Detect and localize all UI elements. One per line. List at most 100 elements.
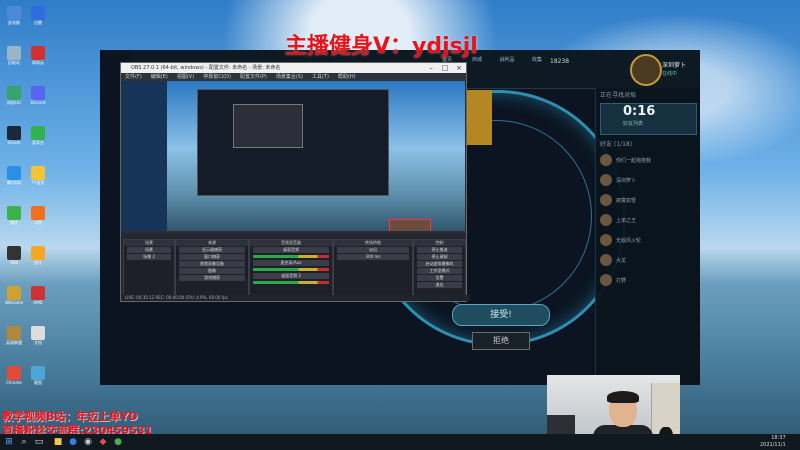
- file-explorer-icon[interactable]: ■: [52, 436, 64, 448]
- desktop-icon[interactable]: 爱奇艺: [28, 126, 48, 145]
- control-button[interactable]: 停止录制: [417, 254, 462, 260]
- clock-time: 18:37: [771, 435, 786, 441]
- friend-list-item[interactable]: 寂寞如雪: [596, 190, 700, 210]
- minimize-icon[interactable]: –: [424, 63, 438, 73]
- obs-menu-item[interactable]: 视图(V): [177, 74, 194, 80]
- source-item[interactable]: 显示器捕获: [179, 247, 245, 253]
- nav-tab-3[interactable]: 收集: [526, 56, 548, 82]
- desktop-icon-label: Steam: [7, 140, 21, 145]
- controls-dock: 控制 停止推流 停止录制 启动虚拟摄像机 工作室模式 设置 退出: [413, 239, 466, 299]
- desktop-icon[interactable]: 网易UU: [4, 86, 24, 105]
- profile-avatar[interactable]: [630, 54, 662, 86]
- friend-list-item[interactable]: 大龙: [596, 250, 700, 270]
- desktop-app-icon: [31, 286, 45, 300]
- browser-icon[interactable]: ●: [67, 436, 79, 448]
- control-button[interactable]: 设置: [417, 275, 462, 281]
- desktop-icon-label: Chrome: [6, 380, 22, 385]
- taskbar-clock[interactable]: 18:37 2021/11/1: [760, 435, 786, 449]
- preview-webcam: [389, 219, 431, 231]
- desktop-app-icon: [7, 326, 21, 340]
- desktop-icon[interactable]: 斗鱼: [28, 206, 48, 225]
- desktop-icon[interactable]: Discord: [28, 86, 48, 105]
- desktop-icon[interactable]: 腾讯QQ: [4, 166, 24, 185]
- desktop-icon[interactable]: 此电脑: [4, 6, 24, 25]
- desktop-icon-label: 网易UU: [7, 100, 21, 105]
- friend-list-item[interactable]: 上单之王: [596, 210, 700, 230]
- desktop-icon-label: 迅雷: [34, 20, 42, 25]
- source-item[interactable]: 窗口捕获: [179, 254, 245, 260]
- scene-item[interactable]: 场景 2: [127, 254, 171, 260]
- transitions-dock-title: 转场特效: [334, 240, 412, 246]
- desktop-icon[interactable]: Chrome: [4, 366, 24, 385]
- desktop-icon[interactable]: WeGame: [4, 286, 24, 305]
- obs-menubar: 文件(F) 编辑(E) 视图(V) 停靠窗口(D) 配置文件(P) 场景集合(S) 工具(T…: [121, 73, 466, 81]
- mixer-channel-label: 麦克风/Aux: [253, 260, 329, 266]
- sources-dock-title: 来源: [176, 240, 248, 246]
- close-icon[interactable]: ×: [452, 63, 466, 73]
- search-icon[interactable]: ⌕: [18, 436, 30, 448]
- panel-header: 正在寻找对局: [600, 92, 637, 99]
- friend-list-item[interactable]: 你们一起抱抱我: [596, 150, 700, 170]
- obs-menu-item[interactable]: 帮助(H): [338, 74, 356, 80]
- transition-select[interactable]: 淡出: [337, 247, 409, 253]
- obs-menu-item[interactable]: 工具(T): [312, 74, 329, 80]
- friend-name: 寂寞如雪: [616, 197, 637, 204]
- friend-name: 上单之王: [616, 217, 637, 224]
- mixer-volume-meter[interactable]: [253, 281, 329, 284]
- mixer-volume-meter[interactable]: [253, 255, 329, 258]
- maximize-icon[interactable]: □: [438, 63, 452, 73]
- friend-list-item[interactable]: 无敌风火轮: [596, 230, 700, 250]
- source-item[interactable]: 游戏捕获: [179, 275, 245, 281]
- desktop-icon[interactable]: 迅雷: [28, 6, 48, 25]
- obs-menu-item[interactable]: 文件(F): [125, 74, 142, 80]
- start-icon[interactable]: ⊞: [3, 436, 15, 448]
- control-button[interactable]: 工作室模式: [417, 268, 462, 274]
- desktop-app-icon: [7, 126, 21, 140]
- friend-list-item[interactable]: 打野: [596, 270, 700, 290]
- task-view-icon[interactable]: ▭: [33, 436, 45, 448]
- desktop-icon[interactable]: 网易云: [28, 46, 48, 65]
- friend-name: 你们一起抱抱我: [616, 157, 652, 164]
- desktop-icon[interactable]: 文档: [28, 326, 48, 345]
- desktop-icon[interactable]: Steam: [4, 126, 24, 145]
- friend-avatar: [600, 274, 612, 286]
- desktop-icon[interactable]: AMD: [28, 286, 48, 305]
- streamer-watermark: 主播健身V：ydjsjl: [285, 34, 478, 59]
- desktop-icon[interactable]: 英雄联盟: [4, 326, 24, 345]
- desktop-icon[interactable]: 微信: [4, 206, 24, 225]
- obs-menu-item[interactable]: 停靠窗口(D): [203, 74, 231, 80]
- profile-status: 在线中: [662, 71, 678, 77]
- obs-preview: [167, 81, 465, 231]
- control-button[interactable]: 启动虚拟摄像机: [417, 261, 462, 267]
- desktop-icon[interactable]: 截图: [28, 366, 48, 385]
- control-button[interactable]: 退出: [417, 282, 462, 288]
- clock-date: 2021/11/1: [760, 442, 786, 448]
- desktop-icon[interactable]: 回收站: [4, 46, 24, 65]
- profile-name: 深圳萝卜: [662, 62, 687, 69]
- obs-menu-item[interactable]: 配置文件(P): [240, 74, 267, 80]
- source-item[interactable]: 图像: [179, 268, 245, 274]
- desktop-icon-label: 斗鱼: [34, 220, 42, 225]
- decline-match-button[interactable]: 拒绝: [472, 332, 530, 350]
- desktop-icon[interactable]: YY语音: [28, 166, 48, 185]
- desktop-app-icon: [7, 366, 21, 380]
- desktop-icon[interactable]: 虎牙: [28, 246, 48, 265]
- desktop-app-icon: [7, 86, 21, 100]
- control-button[interactable]: 停止推流: [417, 247, 462, 253]
- friend-list-item[interactable]: 深圳萝卜: [596, 170, 700, 190]
- friends-count: 好友 (1/18): [600, 141, 633, 148]
- source-item[interactable]: 视频采集设备: [179, 261, 245, 267]
- wechat-taskbar-icon[interactable]: ●: [112, 436, 124, 448]
- nav-tab-2[interactable]: 战利品: [496, 56, 518, 82]
- desktop-icon[interactable]: OBS: [4, 246, 24, 265]
- game-taskbar-icon[interactable]: ◆: [97, 436, 109, 448]
- desktop-icon-label: 网易云: [32, 60, 44, 65]
- mixer-volume-meter[interactable]: [253, 268, 329, 271]
- duration-field[interactable]: 300 ms: [337, 254, 409, 260]
- obs-menu-item[interactable]: 场景集合(S): [276, 74, 303, 80]
- obs-menu-item[interactable]: 编辑(E): [151, 74, 168, 80]
- accept-match-button[interactable]: 接受!: [452, 304, 550, 326]
- obs-taskbar-icon[interactable]: ◉: [82, 436, 94, 448]
- scene-item[interactable]: 场景: [127, 247, 171, 253]
- friend-avatar: [600, 254, 612, 266]
